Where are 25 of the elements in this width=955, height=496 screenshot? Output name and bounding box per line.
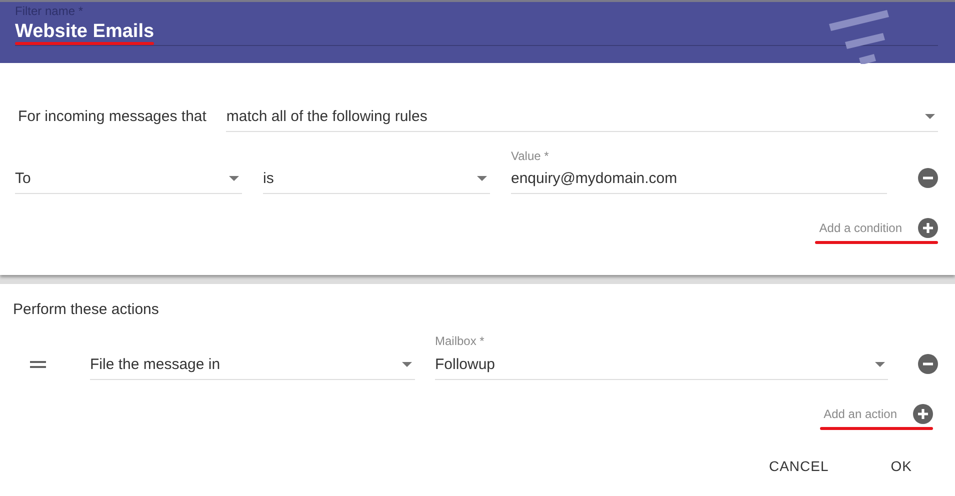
dialog-button[interactable]: CANCEL [752, 452, 845, 480]
dropdown-arrow-icon[interactable] [402, 362, 412, 366]
drag-handle-icon[interactable] [30, 361, 46, 368]
add-icon[interactable] [918, 218, 938, 238]
field-label: Mailbox * [435, 334, 486, 349]
add-icon[interactable] [913, 404, 933, 424]
dropdown-arrow-icon[interactable] [229, 176, 239, 180]
value-field[interactable]: enquiry@mydomain.com [511, 164, 887, 194]
dropdown-field[interactable]: Followup [435, 349, 888, 380]
filter-icon [827, 10, 891, 64]
dropdown-field[interactable]: match all of the following rules [226, 101, 938, 132]
dropdown-arrow-icon[interactable] [925, 114, 935, 118]
dropdown-arrow-icon[interactable] [477, 176, 487, 180]
add-condition-link[interactable]: Add a condition [819, 221, 902, 235]
dropdown-field[interactable]: File the message in [90, 349, 415, 380]
dropdown-arrow-icon[interactable] [875, 362, 885, 366]
dialog-button[interactable]: OK [874, 452, 928, 480]
intro-text: For incoming messages that [17, 108, 206, 127]
dropdown-field[interactable]: To [15, 163, 242, 194]
field-label: Value * [511, 149, 550, 164]
dropdown-field[interactable]: is [263, 163, 490, 194]
remove-icon[interactable] [918, 354, 938, 374]
add-action-link[interactable]: Add an action [824, 407, 897, 421]
section-title: Perform these actions [13, 301, 160, 318]
remove-icon[interactable] [918, 168, 938, 188]
